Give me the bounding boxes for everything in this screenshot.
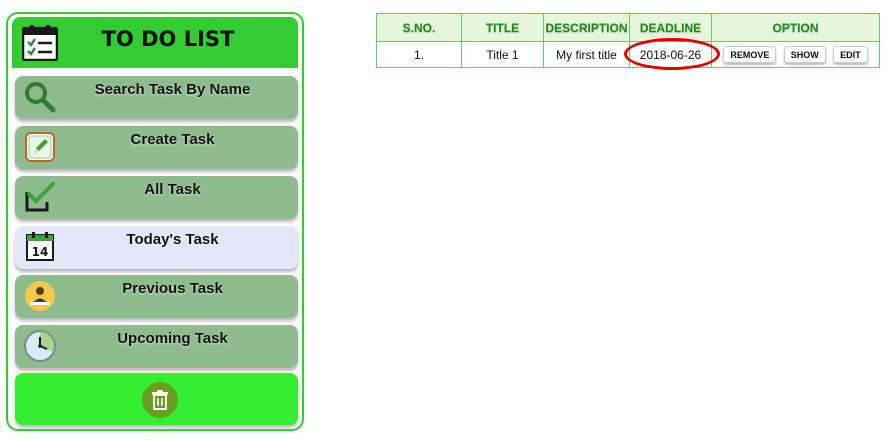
table-header-row: S.NO. TITLE DESCRIPTION DEADLINE OPTION bbox=[376, 13, 880, 42]
header-sno: S.NO. bbox=[376, 13, 462, 42]
edit-button[interactable]: EDIT bbox=[833, 46, 868, 63]
menu-label-all: All Task bbox=[144, 181, 201, 198]
trash-bar bbox=[15, 373, 298, 425]
cell-deadline: 2018-06-26 bbox=[624, 38, 720, 70]
menu-create-task[interactable]: Create Task bbox=[15, 126, 298, 169]
clock-icon bbox=[23, 329, 57, 363]
search-icon bbox=[23, 80, 57, 114]
cell-description: My first title bbox=[543, 41, 630, 68]
svg-text:14: 14 bbox=[32, 245, 49, 259]
task-table: S.NO. TITLE DESCRIPTION DEADLINE OPTION … bbox=[376, 13, 880, 70]
menu-previous-task[interactable]: Previous Task bbox=[15, 275, 298, 318]
app-title: TO DO LIST bbox=[101, 27, 235, 51]
table-row: 1. Title 1 My first title 2018-06-26 REM… bbox=[376, 38, 880, 70]
menu-todays-task[interactable]: 14 Today's Task bbox=[15, 226, 298, 269]
header-deadline: DEADLINE bbox=[629, 13, 712, 42]
header-description: DESCRIPTION bbox=[543, 13, 630, 42]
sidebar: TO DO LIST Search Task By Name Create Ta… bbox=[6, 12, 304, 431]
menu-label-previous: Previous Task bbox=[122, 280, 223, 297]
deadline-value: 2018-06-26 bbox=[639, 47, 702, 62]
header-title: TITLE bbox=[461, 13, 544, 42]
menu-all-task[interactable]: All Task bbox=[15, 176, 298, 219]
checklist-icon bbox=[21, 24, 59, 62]
pencil-icon bbox=[23, 130, 57, 164]
menu-search-task[interactable]: Search Task By Name bbox=[15, 76, 298, 119]
app-header: TO DO LIST bbox=[12, 17, 298, 68]
menu-label-search: Search Task By Name bbox=[94, 81, 251, 98]
menu-label-upcoming: Upcoming Task bbox=[117, 330, 228, 347]
trash-button[interactable] bbox=[142, 382, 178, 418]
menu-label-create: Create Task bbox=[130, 131, 215, 148]
cell-options: REMOVE SHOW EDIT bbox=[711, 41, 880, 68]
calendar-icon: 14 bbox=[23, 230, 57, 264]
cell-title: Title 1 bbox=[461, 41, 544, 68]
checkbox-icon bbox=[23, 180, 57, 214]
cell-sno: 1. bbox=[376, 41, 462, 68]
remove-button[interactable]: REMOVE bbox=[723, 46, 777, 63]
header-option: OPTION bbox=[711, 13, 880, 42]
show-button[interactable]: SHOW bbox=[783, 46, 826, 63]
menu-label-today: Today's Task bbox=[126, 231, 219, 248]
person-at-desk-icon bbox=[23, 279, 57, 313]
trash-icon bbox=[152, 390, 168, 410]
menu-upcoming-task[interactable]: Upcoming Task bbox=[15, 325, 298, 368]
